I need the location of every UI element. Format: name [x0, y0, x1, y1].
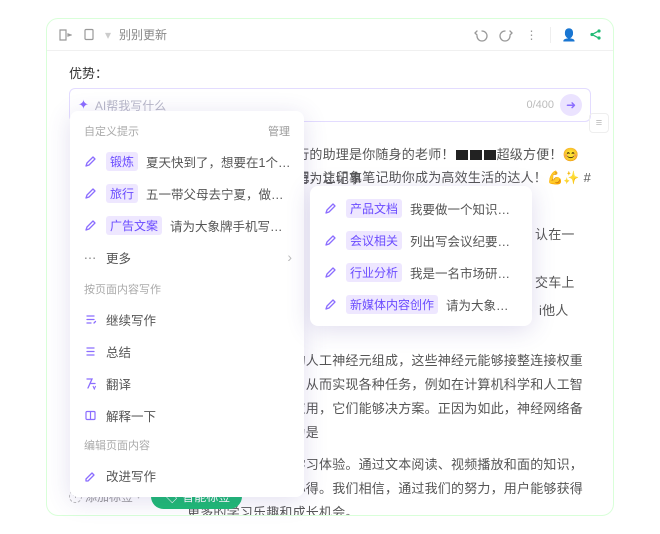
- action-icon: [82, 313, 98, 326]
- prompt-rest: 请为大象牌手...: [446, 295, 520, 314]
- prompt-rest: 夏天快到了，想要在1个月...: [146, 152, 292, 171]
- action-icon: [82, 377, 98, 390]
- write-action-row[interactable]: 总结: [70, 335, 304, 367]
- submenu-row[interactable]: 会议相关列出写会议纪要大纲。: [310, 224, 532, 256]
- pencil-icon: [82, 155, 98, 168]
- heading: 优势：: [69, 63, 591, 82]
- breadcrumb-divider: ▾: [105, 28, 111, 42]
- more-submenu: 产品文档我要做一个知识付费A...会议相关列出写会议纪要大纲。行业分析我是一名市…: [310, 186, 532, 326]
- prompt-rest: 我要做一个知识付费A...: [410, 199, 520, 218]
- note-icon[interactable]: [81, 27, 97, 43]
- action-label: 解释一下: [106, 406, 292, 425]
- action-icon: [82, 345, 98, 358]
- submenu-row[interactable]: 行业分析我是一名市场研究员...: [310, 256, 532, 288]
- prompt-tag: 会议相关: [346, 231, 402, 250]
- write-action-row[interactable]: 解释一下: [70, 399, 304, 431]
- custom-prompt-row[interactable]: 广告文案请为大象牌手机写一...: [70, 209, 304, 241]
- undo-icon[interactable]: [472, 27, 488, 43]
- submenu-row[interactable]: 产品文档我要做一个知识付费A...: [310, 192, 532, 224]
- more-icon[interactable]: ⋮: [524, 27, 540, 43]
- prompt-rest: 我是一名市场研究员...: [410, 263, 520, 282]
- action-label: 翻译: [106, 374, 292, 393]
- prompt-rest: 列出写会议纪要大纲。: [410, 231, 520, 250]
- action-icon: [82, 409, 98, 422]
- share-icon[interactable]: [587, 27, 603, 43]
- pencil-icon: [322, 266, 338, 279]
- more-row[interactable]: ⋯ 更多 ›: [70, 241, 304, 273]
- write-action-row[interactable]: 翻译: [70, 367, 304, 399]
- pencil-icon: [322, 298, 338, 311]
- side-panel-toggle[interactable]: ≡: [589, 113, 609, 133]
- prompt-tag: 新媒体内容创作: [346, 295, 438, 314]
- article-text: 交车上: [535, 271, 591, 295]
- edit-action-row[interactable]: 改进写作: [70, 459, 304, 491]
- redo-icon[interactable]: [498, 27, 514, 43]
- chevron-right-icon: ›: [287, 249, 292, 265]
- section-label-edit: 编辑页面内容: [70, 431, 304, 459]
- send-button[interactable]: ➜: [560, 94, 582, 116]
- prompt-tag: 广告文案: [106, 216, 162, 235]
- pencil-icon: [322, 202, 338, 215]
- custom-prompt-row[interactable]: 旅行五一带父母去宁夏，做一...: [70, 177, 304, 209]
- divider: [550, 27, 551, 43]
- pencil-icon: [82, 219, 98, 232]
- pencil-icon: [82, 187, 98, 200]
- action-label: 继续写作: [106, 310, 292, 329]
- action-label: 总结: [106, 342, 292, 361]
- action-label: 改进写作: [106, 466, 292, 485]
- prompt-tag: 锻炼: [106, 152, 138, 171]
- expand-icon[interactable]: [57, 27, 73, 43]
- user-icon[interactable]: 👤: [561, 27, 577, 43]
- section-label-custom: 自定义提示 管理: [70, 119, 304, 145]
- action-icon: [82, 469, 98, 482]
- prompt-rest: 请为大象牌手机写一...: [170, 216, 292, 235]
- write-action-row[interactable]: 继续写作: [70, 303, 304, 335]
- article-text: i他人: [539, 299, 591, 323]
- char-counter: 0/400: [526, 99, 554, 111]
- prompt-tag: 行业分析: [346, 263, 402, 282]
- prompt-rest: 五一带父母去宁夏，做一...: [146, 184, 292, 203]
- prompt-tag: 旅行: [106, 184, 138, 203]
- pencil-icon: [322, 234, 338, 247]
- more-icon: ⋯: [82, 250, 98, 265]
- manage-link[interactable]: 管理: [268, 123, 290, 139]
- breadcrumb[interactable]: 别别更新: [119, 26, 167, 43]
- custom-prompt-row[interactable]: 锻炼夏天快到了，想要在1个月...: [70, 145, 304, 177]
- ai-dropdown: 自定义提示 管理 锻炼夏天快到了，想要在1个月...旅行五一带父母去宁夏，做一.…: [70, 111, 304, 497]
- prompt-tag: 产品文档: [346, 199, 402, 218]
- topbar: ▾ 别别更新 ⋮ 👤: [47, 19, 613, 51]
- submenu-row[interactable]: 新媒体内容创作请为大象牌手...: [310, 288, 532, 320]
- article-text: 认在一: [535, 223, 591, 247]
- more-label: 更多: [106, 248, 279, 267]
- section-label-write: 按页面内容写作: [70, 273, 304, 303]
